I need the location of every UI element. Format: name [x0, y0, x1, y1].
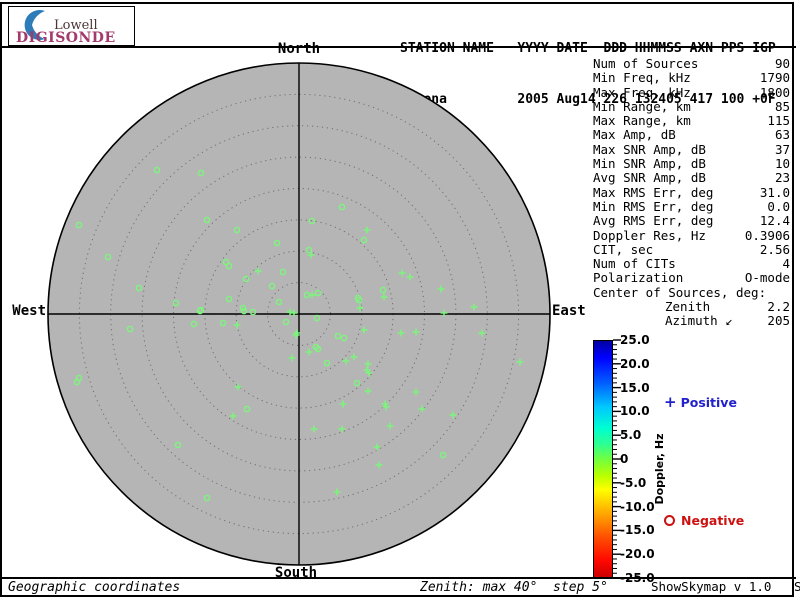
negative-doppler-legend: Negative: [664, 513, 744, 528]
stats-row: Min Freq, kHz 1790: [593, 70, 790, 86]
stats-row: Max Freq, kHz 1800: [593, 84, 790, 100]
stats-label: Max Amp, dB: [593, 127, 676, 143]
stats-label: Zenith: [665, 299, 711, 315]
program-version-label: ShowSkymap v 1.0 SD v 4.2: [651, 579, 800, 594]
stats-row: Azimuth ↙ 205: [593, 313, 790, 329]
stats-value: 0.0: [767, 198, 790, 214]
stats-value: 115: [767, 113, 790, 129]
header-separator: [0, 46, 796, 48]
stats-row: Zenith 2.2: [593, 299, 790, 315]
circle-marker-icon: [664, 515, 675, 526]
stats-label: Polarization: [593, 270, 684, 286]
stats-value: 2.2: [767, 299, 790, 315]
colorbar-tick-label: 15.0: [620, 380, 650, 395]
stats-value: 1800: [759, 84, 790, 100]
compass-north-label: North: [277, 41, 321, 57]
measurement-stats-panel: Num of Sources 90 Min Freq, kHz 1790 Max Fre…: [593, 56, 790, 329]
stats-label: Min SNR Amp, dB: [593, 156, 706, 172]
stats-value: 23: [774, 170, 790, 186]
stats-row: Max Range, km 115: [593, 113, 790, 129]
colorbar-tick-label: 5.0: [620, 428, 642, 443]
colorbar-tick-label: -10.0: [620, 499, 655, 514]
stats-value: 10: [774, 156, 790, 172]
stats-value: 37: [774, 141, 790, 157]
negative-legend-label: Negative: [681, 513, 745, 528]
stats-row: Avg RMS Err, deg 12.4: [593, 213, 790, 229]
stats-label: Num of Sources: [593, 56, 699, 71]
stats-row: Center of Sources, deg:: [593, 284, 790, 300]
stats-value: 4: [782, 256, 790, 272]
lowell-digisonde-logo: Lowell DIGISONDE: [8, 6, 135, 46]
stats-row: Doppler Res, Hz 0.3906: [593, 227, 790, 243]
stats-value: 1790: [759, 70, 790, 86]
compass-west-label: West: [12, 303, 46, 319]
stats-row: Num of CITs 4: [593, 256, 790, 272]
colorbar-tick-label: 20.0: [620, 356, 650, 371]
colorbar-tick-label: 10.0: [620, 404, 650, 419]
plus-marker-icon: +: [664, 393, 677, 411]
stats-label: Num of CITs: [593, 256, 676, 272]
stats-row: Max Amp, dB 63: [593, 127, 790, 143]
stats-value: O-mode: [744, 270, 790, 286]
stats-row: Num of Sources 90: [593, 56, 790, 71]
positive-legend-label: Positive: [680, 395, 737, 410]
showskymap-window: Lowell DIGISONDE STATION NAME YYYY DATE …: [0, 0, 800, 600]
colorbar-tick-label: -20.0: [620, 547, 655, 562]
stats-label: Center of Sources, deg:: [593, 284, 767, 300]
stats-label: Min Freq, kHz: [593, 70, 691, 86]
colorbar-tick-label: -5.0: [620, 475, 647, 490]
stats-label: Max Range, km: [593, 113, 691, 129]
stats-label: Min Range, km: [593, 98, 691, 114]
stats-row: Max SNR Amp, dB 37: [593, 141, 790, 157]
stats-value: 12.4: [759, 213, 790, 229]
stats-value: 205: [767, 313, 790, 329]
stats-value: 31.0: [759, 184, 790, 200]
station-header-columns: STATION NAME YYYY DATE DDD HHMMSS AXN PP…: [400, 41, 776, 56]
stats-value: 2.56: [759, 241, 790, 257]
stats-label: Max SNR Amp, dB: [593, 141, 706, 157]
stats-label: Max RMS Err, deg: [593, 184, 714, 200]
colorbar-tick-label: 25.0: [620, 333, 650, 347]
stats-label: Min RMS Err, deg: [593, 198, 714, 214]
stats-value: 90: [774, 56, 790, 71]
positive-doppler-legend: + Positive: [664, 393, 737, 411]
stats-row: Max RMS Err, deg 31.0: [593, 184, 790, 200]
stats-row: Polarization O-mode: [593, 270, 790, 286]
coordinates-mode-label: Geographic coordinates: [8, 580, 181, 595]
stats-label: Doppler Res, Hz: [593, 227, 706, 243]
zenith-range-label: Zenith: max 40° step 5°: [420, 580, 608, 595]
stats-label: Max Freq, kHz: [593, 84, 691, 100]
stats-label: Avg SNR Amp, dB: [593, 170, 706, 186]
stats-row: CIT, sec 2.56: [593, 241, 790, 257]
stats-value: 63: [774, 127, 790, 143]
doppler-colorbar: [593, 340, 613, 578]
colorbar-tick-label: 0: [620, 452, 629, 466]
logo-text-digisonde: DIGISONDE: [16, 30, 116, 46]
stats-row: Min Range, km 85: [593, 98, 790, 114]
stats-label: Avg RMS Err, deg: [593, 213, 714, 229]
stats-row: Avg SNR Amp, dB 23: [593, 170, 790, 186]
stats-value: 85: [774, 98, 790, 114]
colorbar-tick-label: -15.0: [620, 523, 655, 538]
stats-label: CIT, sec: [593, 241, 654, 257]
stats-label: Azimuth ↙: [665, 313, 733, 329]
stats-row: Min RMS Err, deg 0.0: [593, 198, 790, 214]
stats-row: Min SNR Amp, dB 10: [593, 156, 790, 172]
stats-value: 0.3906: [744, 227, 790, 243]
